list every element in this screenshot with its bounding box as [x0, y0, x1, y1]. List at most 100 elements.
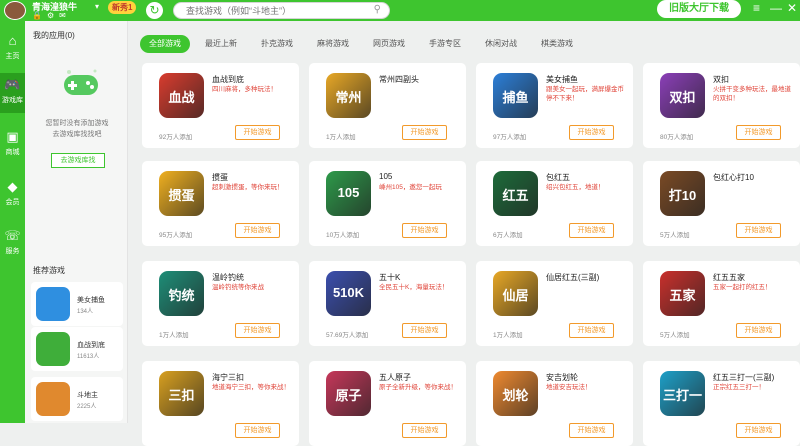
- game-icon-label: 三打一: [662, 388, 702, 403]
- old-hall-download-button[interactable]: 旧版大厅下载: [657, 0, 741, 18]
- game-icon[interactable]: 掼蛋: [159, 171, 204, 216]
- nav-service[interactable]: ☏ 服务: [0, 224, 25, 264]
- start-game-button[interactable]: 开始游戏: [235, 125, 280, 140]
- start-game-button[interactable]: 开始游戏: [235, 423, 280, 438]
- start-game-button[interactable]: 开始游戏: [569, 125, 614, 140]
- game-icon[interactable]: 仙居: [493, 271, 538, 316]
- game-card[interactable]: 五家 红五五家 五家一起打的红五！ 5万人添加 开始游戏: [643, 261, 800, 346]
- game-icon[interactable]: 血战: [159, 73, 204, 118]
- game-name[interactable]: 温岭钓统: [212, 272, 244, 283]
- start-game-button[interactable]: 开始游戏: [736, 125, 781, 140]
- tab-3[interactable]: 麻将游戏: [308, 35, 358, 53]
- start-game-button[interactable]: 开始游戏: [402, 323, 447, 338]
- game-icon-label: 510K: [332, 285, 365, 300]
- game-name[interactable]: 安吉划轮: [546, 372, 578, 383]
- game-name[interactable]: 双扣: [713, 74, 729, 85]
- tab-1[interactable]: 最近上新: [196, 35, 246, 53]
- game-card[interactable]: 510K 五十K 全民五十K，海量玩法！ 57.69万人添加 开始游戏: [309, 261, 466, 346]
- gift-icon[interactable]: ⚙: [47, 11, 54, 20]
- start-game-button[interactable]: 开始游戏: [569, 423, 614, 438]
- game-name[interactable]: 仙居红五(三副): [546, 272, 599, 283]
- game-card[interactable]: 原子 五人原子 原子全新升级，等你来战！ 开始游戏: [309, 361, 466, 446]
- tab-5[interactable]: 手游专区: [420, 35, 470, 53]
- game-icon[interactable]: 划轮: [493, 371, 538, 416]
- start-game-button[interactable]: 开始游戏: [235, 323, 280, 338]
- search-input[interactable]: [186, 4, 366, 17]
- mail-icon[interactable]: ✉: [59, 11, 66, 20]
- game-name[interactable]: 包红心打10: [713, 172, 754, 183]
- game-icon[interactable]: 原子: [326, 371, 371, 416]
- game-card[interactable]: 仙居 仙居红五(三副) 1万人添加 开始游戏: [476, 261, 633, 346]
- go-to-library-button[interactable]: 去游戏库找: [51, 153, 105, 168]
- game-name[interactable]: 海宁三扣: [212, 372, 244, 383]
- avatar[interactable]: [4, 1, 26, 20]
- start-game-button[interactable]: 开始游戏: [402, 223, 447, 238]
- nav-home[interactable]: ⌂ 主页: [0, 29, 25, 69]
- game-name[interactable]: 美女捕鱼: [546, 74, 578, 85]
- game-icon[interactable]: 捕鱼: [493, 73, 538, 118]
- game-icon-label: 原子: [335, 388, 362, 403]
- start-game-button[interactable]: 开始游戏: [736, 423, 781, 438]
- tab-2[interactable]: 扑克游戏: [252, 35, 302, 53]
- start-game-button[interactable]: 开始游戏: [736, 223, 781, 238]
- start-game-button[interactable]: 开始游戏: [569, 223, 614, 238]
- game-icon[interactable]: 三打一: [660, 371, 705, 416]
- menu-icon[interactable]: ≡: [753, 1, 760, 15]
- game-card[interactable]: 血战 血战到底 四川麻将，多种玩法！ 92万人添加 开始游戏: [142, 63, 299, 148]
- refresh-button[interactable]: ↻: [146, 2, 163, 19]
- game-icon[interactable]: 105: [326, 171, 371, 216]
- tab-0[interactable]: 全部游戏: [140, 35, 190, 53]
- start-game-button[interactable]: 开始游戏: [402, 423, 447, 438]
- game-name[interactable]: 红五三打一(三副): [713, 372, 774, 383]
- shop-icon: ▣: [6, 129, 19, 144]
- game-name[interactable]: 105: [379, 172, 392, 181]
- lock-icon[interactable]: 🔒: [32, 11, 42, 20]
- game-icon[interactable]: 钓统: [159, 271, 204, 316]
- game-card[interactable]: 钓统 温岭钓统 温岭钓统等你来战 1万人添加 开始游戏: [142, 261, 299, 346]
- game-card[interactable]: 双扣 双扣 火拼干变多种玩法，最地道的双扣！ 80万人添加 开始游戏: [643, 63, 800, 148]
- game-card[interactable]: 掼蛋 掼蛋 超刺激掼蛋，等你来玩！ 95万人添加 开始游戏: [142, 161, 299, 246]
- game-icon[interactable]: 双扣: [660, 73, 705, 118]
- game-icon[interactable]: 五家: [660, 271, 705, 316]
- nav-shop[interactable]: ▣ 商城: [0, 125, 25, 165]
- search-icon[interactable]: ⚲: [374, 4, 381, 15]
- game-name[interactable]: 五人原子: [379, 372, 411, 383]
- game-name[interactable]: 包红五: [546, 172, 570, 183]
- game-card[interactable]: 打10 包红心打10 5万人添加 开始游戏: [643, 161, 800, 246]
- game-icon[interactable]: 三扣: [159, 371, 204, 416]
- nav-vip[interactable]: ◆ 会员: [0, 175, 25, 215]
- game-card[interactable]: 常州 常州四副头 1万人添加 开始游戏: [309, 63, 466, 148]
- search-box[interactable]: ⚲: [173, 2, 390, 19]
- recommended-item[interactable]: 美女捕鱼 134人: [31, 282, 123, 326]
- game-icon[interactable]: 常州: [326, 73, 371, 118]
- tab-7[interactable]: 棋类游戏: [532, 35, 582, 53]
- start-game-button[interactable]: 开始游戏: [736, 323, 781, 338]
- tab-6[interactable]: 休闲对战: [476, 35, 526, 53]
- game-card[interactable]: 三打一 红五三打一(三副) 正宗红五三打一！ 开始游戏: [643, 361, 800, 446]
- game-icon[interactable]: 打10: [660, 171, 705, 216]
- game-name[interactable]: 血战到底: [212, 74, 244, 85]
- recommended-item[interactable]: 血战到底 11613人: [31, 327, 123, 371]
- game-name[interactable]: 掼蛋: [212, 172, 228, 183]
- game-icon[interactable]: 510K: [326, 271, 371, 316]
- game-name[interactable]: 常州四副头: [379, 74, 419, 85]
- start-game-button[interactable]: 开始游戏: [235, 223, 280, 238]
- game-description: 四川麻将，多种玩法！: [212, 86, 277, 93]
- game-description: 跟美女一起玩，满屏爆金币停不下来！: [546, 86, 624, 102]
- game-name[interactable]: 红五五家: [713, 272, 745, 283]
- game-card[interactable]: 捕鱼 美女捕鱼 跟美女一起玩，满屏爆金币停不下来！ 97万人添加 开始游戏: [476, 63, 633, 148]
- game-name[interactable]: 五十K: [379, 272, 400, 283]
- game-card[interactable]: 划轮 安吉划轮 地道安吉玩法！ 开始游戏: [476, 361, 633, 446]
- game-card[interactable]: 105 105 嵊州105，邀您一起玩 10万人添加 开始游戏: [309, 161, 466, 246]
- close-icon[interactable]: ✕: [787, 1, 797, 15]
- start-game-button[interactable]: 开始游戏: [402, 125, 447, 140]
- game-card[interactable]: 三扣 海宁三扣 地道海宁三扣，等你来战！ 开始游戏: [142, 361, 299, 446]
- recommended-item[interactable]: 斗地主 2225人: [31, 377, 123, 421]
- game-icon[interactable]: 红五: [493, 171, 538, 216]
- vip-chevron-icon[interactable]: ▾: [95, 2, 99, 11]
- minimize-icon[interactable]: —: [770, 1, 782, 15]
- tab-4[interactable]: 网页游戏: [364, 35, 414, 53]
- start-game-button[interactable]: 开始游戏: [569, 323, 614, 338]
- nav-game-library[interactable]: 🎮 游戏库: [0, 73, 25, 113]
- game-card[interactable]: 红五 包红五 绍兴包红五，地道！ 6万人添加 开始游戏: [476, 161, 633, 246]
